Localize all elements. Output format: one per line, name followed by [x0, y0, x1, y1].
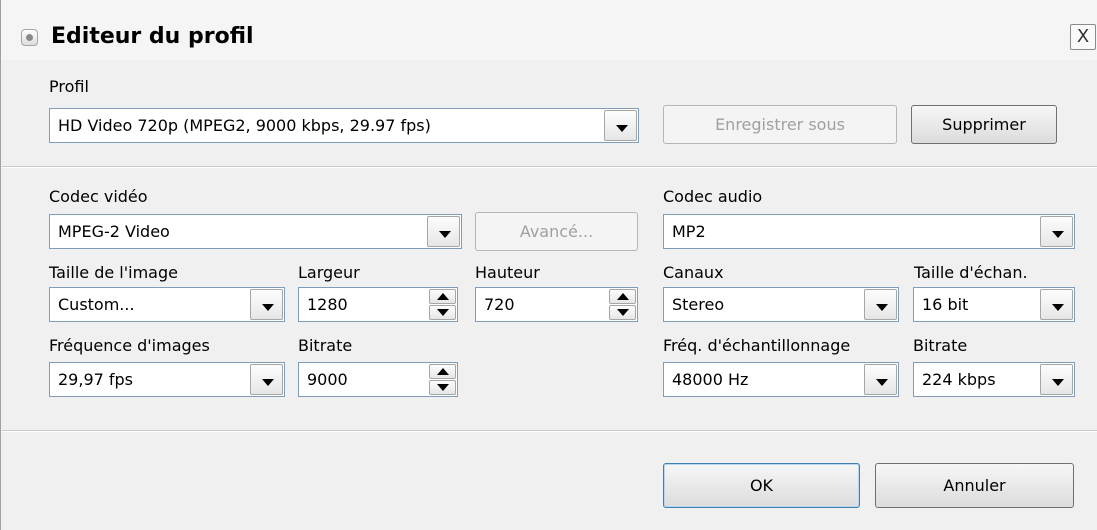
spin-up-icon[interactable]	[429, 289, 456, 304]
cancel-button[interactable]: Annuler	[875, 463, 1074, 508]
image-size-label: Taille de l'image	[49, 263, 178, 282]
separator	[2, 430, 1097, 432]
audio-codec-label: Codec audio	[663, 187, 763, 206]
delete-button[interactable]: Supprimer	[911, 105, 1057, 144]
chevron-down-icon[interactable]	[1040, 216, 1073, 247]
spin-down-icon[interactable]	[429, 380, 456, 395]
profile-editor-dialog: Editeur du profil X Profil HD Video 720p…	[0, 0, 1097, 530]
sample-size-label: Taille d'échan.	[914, 263, 1028, 282]
spin-up-icon[interactable]	[609, 289, 636, 304]
channels-select[interactable]: Stereo	[663, 287, 899, 322]
height-spinbox[interactable]: 720	[475, 287, 638, 322]
sample-rate-value: 48000 Hz	[672, 370, 749, 389]
spin-up-icon[interactable]	[429, 364, 456, 379]
video-bitrate-label: Bitrate	[298, 336, 353, 355]
audio-bitrate-label: Bitrate	[913, 336, 968, 355]
video-codec-select[interactable]: MPEG-2 Video	[49, 214, 462, 249]
framerate-value: 29,97 fps	[58, 370, 134, 389]
framerate-select[interactable]: 29,97 fps	[49, 362, 285, 397]
profile-label: Profil	[49, 77, 89, 96]
chevron-down-icon[interactable]	[864, 364, 897, 395]
channels-label: Canaux	[663, 263, 724, 282]
save-as-button[interactable]: Enregistrer sous	[663, 105, 897, 144]
sample-size-value: 16 bit	[922, 295, 969, 314]
title-bar[interactable]: Editeur du profil X	[1, 0, 1097, 60]
dialog-title: Editeur du profil	[51, 24, 254, 49]
sample-rate-select[interactable]: 48000 Hz	[663, 362, 899, 397]
chevron-down-icon[interactable]	[604, 110, 637, 141]
chevron-down-icon[interactable]	[1040, 364, 1073, 395]
video-codec-label: Codec vidéo	[49, 187, 148, 206]
close-icon[interactable]: X	[1070, 24, 1096, 50]
chevron-down-icon[interactable]	[864, 289, 897, 320]
profile-select[interactable]: HD Video 720p (MPEG2, 9000 kbps, 29.97 f…	[49, 108, 639, 143]
framerate-label: Fréquence d'images	[49, 336, 210, 355]
height-value: 720	[484, 295, 515, 314]
audio-bitrate-value: 224 kbps	[922, 370, 996, 389]
audio-codec-select[interactable]: MP2	[663, 214, 1075, 249]
chevron-down-icon[interactable]	[250, 364, 283, 395]
video-codec-value: MPEG-2 Video	[58, 222, 170, 241]
height-label: Hauteur	[475, 263, 540, 282]
video-bitrate-value: 9000	[307, 370, 348, 389]
chevron-down-icon[interactable]	[427, 216, 460, 247]
video-bitrate-spinbox[interactable]: 9000	[298, 362, 458, 397]
channels-value: Stereo	[672, 295, 725, 314]
audio-bitrate-select[interactable]: 224 kbps	[913, 362, 1075, 397]
width-value: 1280	[307, 295, 348, 314]
profile-select-value: HD Video 720p (MPEG2, 9000 kbps, 29.97 f…	[58, 116, 431, 135]
width-spinbox[interactable]: 1280	[298, 287, 458, 322]
advanced-button[interactable]: Avancé...	[475, 212, 638, 251]
sample-rate-label: Fréq. d'échantillonnage	[663, 336, 851, 355]
ok-button[interactable]: OK	[663, 463, 860, 508]
separator	[2, 166, 1097, 168]
audio-codec-value: MP2	[672, 222, 706, 241]
width-label: Largeur	[298, 263, 360, 282]
image-size-value: Custom...	[58, 295, 135, 314]
chevron-down-icon[interactable]	[250, 289, 283, 320]
chevron-down-icon[interactable]	[1040, 289, 1073, 320]
spin-down-icon[interactable]	[609, 305, 636, 320]
sample-size-select[interactable]: 16 bit	[913, 287, 1075, 322]
spin-down-icon[interactable]	[429, 305, 456, 320]
window-menu-icon[interactable]	[21, 29, 38, 46]
image-size-select[interactable]: Custom...	[49, 287, 285, 322]
